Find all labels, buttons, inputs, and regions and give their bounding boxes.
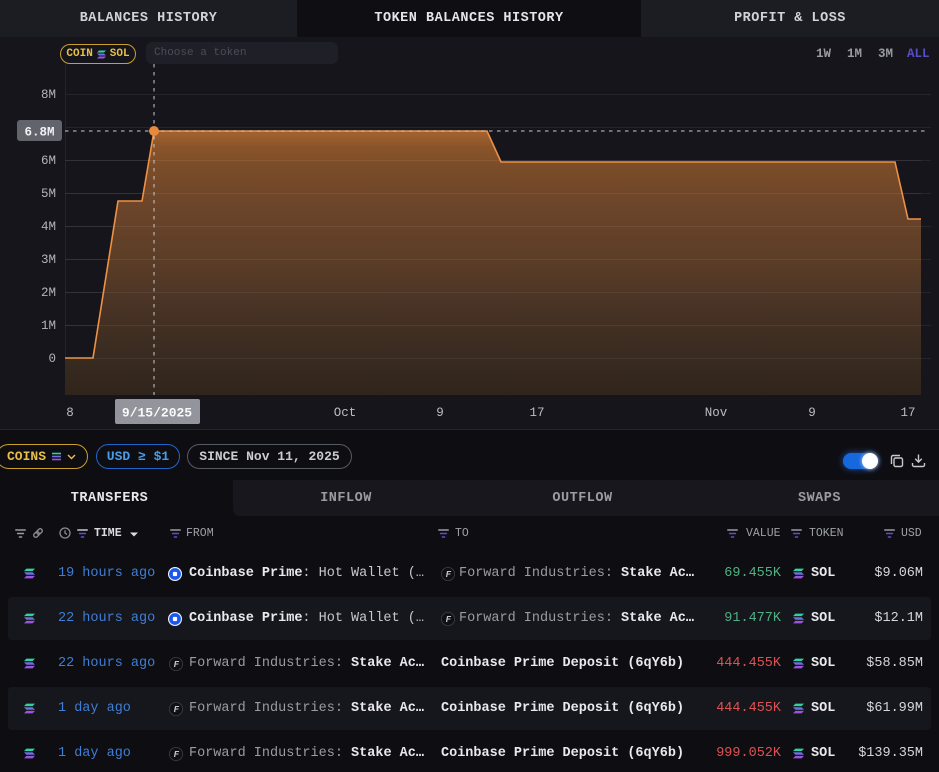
svg-text:F: F — [174, 660, 180, 670]
svg-text:Oct: Oct — [334, 406, 357, 420]
svg-text:4M: 4M — [41, 220, 56, 234]
svg-text:9: 9 — [808, 406, 816, 420]
svg-text:17: 17 — [529, 406, 544, 420]
svg-text:6.8M: 6.8M — [24, 126, 54, 140]
svg-text:6M: 6M — [41, 154, 56, 168]
svg-text:9/15/2025: 9/15/2025 — [122, 406, 192, 421]
svg-text:8: 8 — [66, 406, 74, 420]
svg-text:0: 0 — [48, 352, 56, 366]
svg-text:3M: 3M — [41, 253, 56, 267]
svg-text:5M: 5M — [41, 187, 56, 201]
svg-text:1M: 1M — [41, 319, 56, 333]
svg-text:8M: 8M — [41, 88, 56, 102]
svg-text:Nov: Nov — [705, 406, 728, 420]
svg-text:F: F — [446, 615, 452, 625]
svg-text:2M: 2M — [41, 286, 56, 300]
svg-text:F: F — [174, 750, 180, 760]
svg-text:F: F — [446, 570, 452, 580]
svg-text:9: 9 — [436, 406, 444, 420]
svg-text:17: 17 — [900, 406, 915, 420]
svg-text:F: F — [174, 705, 180, 715]
